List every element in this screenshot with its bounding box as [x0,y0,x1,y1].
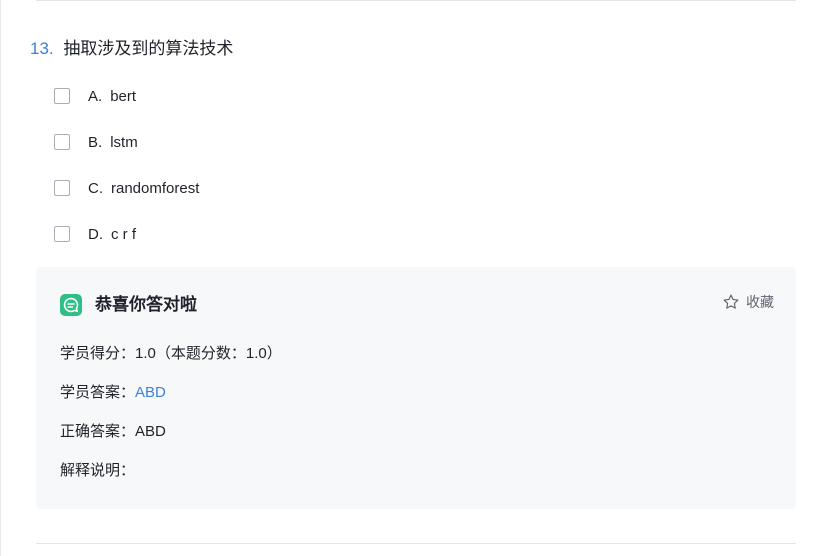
question-text: 抽取涉及到的算法技术 [63,39,234,58]
result-panel: 恭喜你答对啦 收藏 学员得分：1.0（本题分数：1.0） 学员答案：ABD 正确… [36,267,796,509]
option-d-checkbox[interactable] [54,226,70,242]
option-d-letter: D. [88,225,103,243]
bottom-divider [36,543,796,544]
student-answer-label: 学员答案： [60,384,136,401]
star-icon[interactable] [722,293,746,311]
option-d-text: c r f [111,225,136,243]
question-number: 13. [30,39,54,58]
chat-bubble-icon [60,294,82,316]
explanation-label: 解释说明： [60,462,136,479]
option-c-text: randomforest [111,179,200,197]
correct-answer-value: ABD [135,423,166,440]
favorite-label[interactable]: 收藏 [746,292,774,312]
option-b-letter: B. [88,133,103,151]
option-b-checkbox[interactable] [54,134,70,150]
option-d[interactable]: D. c r f [54,224,136,244]
correct-answer-label: 正确答案： [60,423,136,440]
question-title: 13. 抽取涉及到的算法技术 [30,37,233,61]
left-border [0,0,1,556]
option-a-letter: A. [88,87,103,105]
explanation-row: 解释说明： [60,461,135,481]
score-label: 学员得分： [60,345,136,362]
option-a[interactable]: A. bert [54,86,136,106]
option-c-letter: C. [88,179,103,197]
option-c[interactable]: C. randomforest [54,178,199,198]
student-answer-value: ABD [135,384,166,401]
student-answer-row: 学员答案：ABD [60,383,166,403]
favorite-button[interactable]: 收藏 [722,292,774,312]
result-title: 恭喜你答对啦 [95,295,197,314]
option-a-text: bert [110,87,137,105]
score-value: 1.0（本题分数：1.0） [135,345,282,362]
option-c-checkbox[interactable] [54,180,70,196]
option-b-text: lstm [110,133,138,151]
option-a-checkbox[interactable] [54,88,70,104]
correct-answer-row: 正确答案：ABD [60,422,166,442]
score-row: 学员得分：1.0（本题分数：1.0） [60,344,282,364]
top-divider [36,0,796,1]
option-b[interactable]: B. lstm [54,132,138,152]
